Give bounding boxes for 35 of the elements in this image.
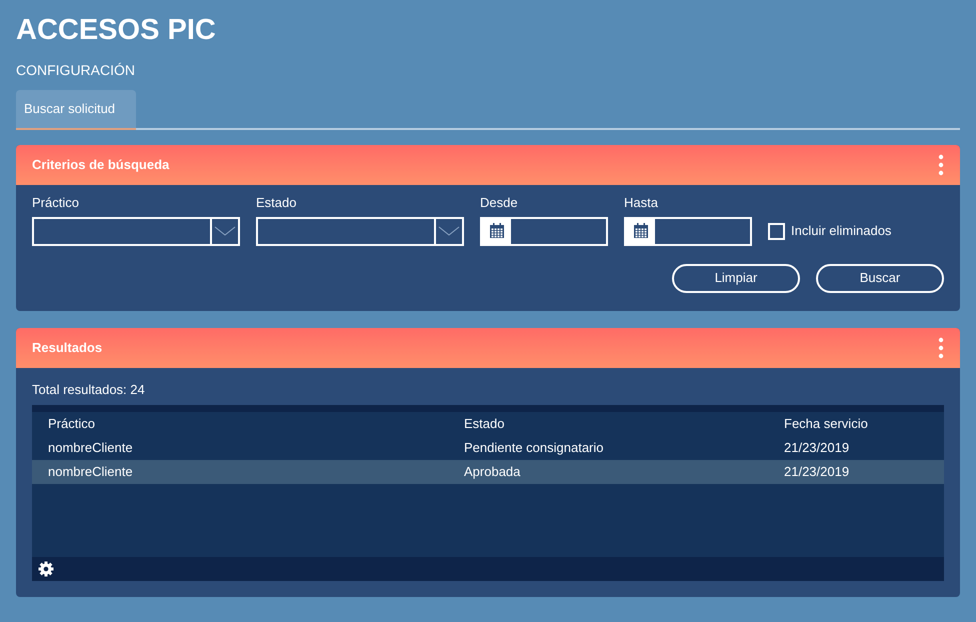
chevron-down-icon [214, 226, 236, 236]
more-options-icon[interactable] [938, 154, 944, 176]
panel-title: Resultados [32, 338, 102, 357]
results-count: Total resultados: 24 [31, 380, 146, 398]
more-options-icon[interactable] [938, 336, 944, 358]
table-cell-text: Aprobada [464, 463, 522, 482]
column-header: Práctico [48, 415, 96, 434]
field-label: Estado [256, 194, 298, 212]
field-label: Desde [480, 194, 519, 212]
table-cell-text: nombreCliente [48, 463, 134, 482]
checkbox[interactable] [768, 222, 785, 240]
action-button[interactable]: Buscar [816, 264, 944, 292]
column-header: Fecha servicio [784, 415, 869, 434]
chevron-down-icon [438, 226, 460, 236]
column-header: Estado [464, 415, 506, 434]
calendar-icon [488, 223, 504, 239]
settings-icon[interactable] [38, 561, 54, 577]
table-row[interactable]: nombreCliente Pendiente consignatario 21/23/2019 [32, 436, 944, 460]
panel-title: Criterios de búsqueda [32, 156, 170, 174]
action-button[interactable]: Limpiar [672, 264, 800, 292]
table-cell-text: 21/23/2019 [784, 439, 850, 458]
table-cell-text: nombreCliente [48, 439, 134, 458]
checkbox-label: Incluir eliminados [791, 222, 892, 240]
table-cell-text: 21/23/2019 [784, 463, 850, 482]
field-label: Hasta [624, 194, 659, 212]
dropdown-field[interactable] [32, 216, 240, 246]
calendar-icon [632, 223, 648, 239]
dropdown-field[interactable] [256, 216, 464, 246]
date-field[interactable] [480, 216, 608, 246]
date-field[interactable] [624, 216, 752, 246]
page-subtitle: CONFIGURACIÓN [16, 61, 136, 80]
field-label: Práctico [32, 194, 80, 212]
page-title: ACCESOS PIC [16, 13, 217, 48]
table-cell-text: Pendiente consignatario [464, 439, 604, 458]
table-row[interactable]: nombreCliente Aprobada 21/23/2019 [32, 460, 944, 484]
